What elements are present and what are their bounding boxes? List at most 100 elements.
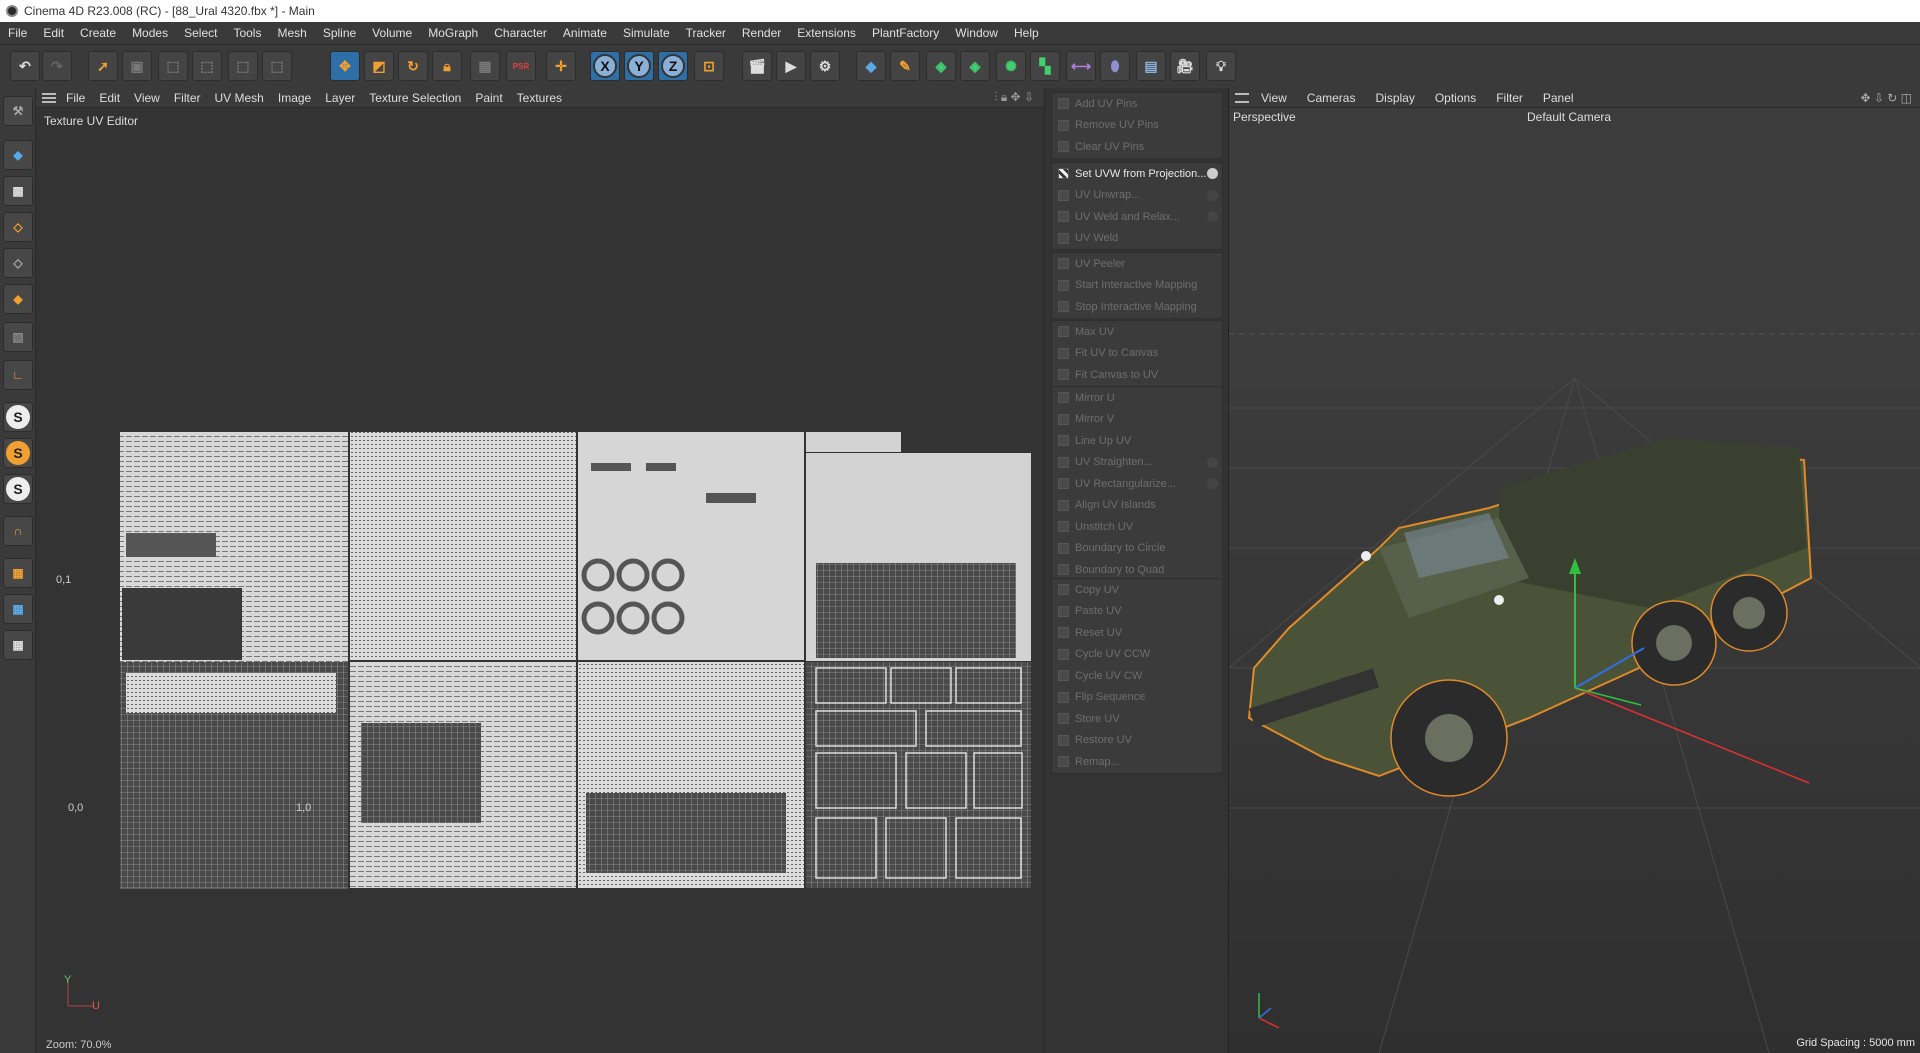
uv-polygons-icon[interactable]: ▦ xyxy=(3,594,33,624)
gear-icon[interactable] xyxy=(1207,478,1218,490)
panel-menu-icon[interactable] xyxy=(42,92,56,103)
model-mode-icon[interactable]: ◆ xyxy=(3,140,33,170)
live-select-icon[interactable]: ⬚ xyxy=(192,51,222,81)
cmd-fit-canvas-to-uv[interactable]: Fit Canvas to UV xyxy=(1052,364,1222,386)
mograph-icon[interactable]: ▚ xyxy=(1030,51,1060,81)
solo-hierarchy-icon[interactable]: S xyxy=(3,474,33,504)
menu-character[interactable]: Character xyxy=(494,26,547,40)
generator-icon[interactable]: ◈ xyxy=(960,51,990,81)
gear-icon[interactable] xyxy=(1207,456,1218,468)
lock-icon[interactable]: 🔒︎ xyxy=(432,51,462,81)
menu-volume[interactable]: Volume xyxy=(372,26,412,40)
menu-mograph[interactable]: MoGraph xyxy=(428,26,478,40)
subdivision-icon[interactable]: ◈ xyxy=(926,51,956,81)
cmd-set-uvw-from-projection[interactable]: Set UVW from Projection... xyxy=(1052,163,1222,185)
undo-icon[interactable]: ↶ xyxy=(10,51,40,81)
uv-menu-view[interactable]: View xyxy=(134,91,160,105)
cmd-uv-peeler[interactable]: UV Peeler xyxy=(1052,253,1222,275)
menu-plantfactory[interactable]: PlantFactory xyxy=(872,26,939,40)
uv-menu-edit[interactable]: Edit xyxy=(99,91,120,105)
cmd-paste-uv[interactable]: Paste UV xyxy=(1052,601,1222,623)
menu-tools[interactable]: Tools xyxy=(233,26,261,40)
vp-menu-filter[interactable]: Filter xyxy=(1496,91,1523,105)
vp-menu-panel[interactable]: Panel xyxy=(1543,91,1574,105)
uv-grid-icon[interactable]: ▦ xyxy=(3,558,33,588)
light-icon[interactable]: 💡︎ xyxy=(1206,51,1236,81)
select-tool-icon[interactable]: ➚ xyxy=(88,51,118,81)
menu-simulate[interactable]: Simulate xyxy=(623,26,670,40)
camera-icon[interactable]: 🎥︎ xyxy=(1170,51,1200,81)
3d-viewport[interactable]: Perspective Default Camera Grid Spacing … xyxy=(1229,108,1920,1053)
cmd-uv-weld[interactable]: UV Weld xyxy=(1052,228,1222,250)
gear-icon[interactable] xyxy=(1207,168,1218,180)
polygons-mode-icon[interactable]: ◆ xyxy=(3,284,33,314)
coordinate-system-icon[interactable]: ⊡ xyxy=(694,51,724,81)
snap-magnet-icon[interactable]: ∩ xyxy=(3,516,33,546)
y-axis-lock-button[interactable]: Y xyxy=(624,51,654,81)
menu-spline[interactable]: Spline xyxy=(323,26,356,40)
cmd-flip-sequence[interactable]: Flip Sequence xyxy=(1052,687,1222,709)
uv-menu-texture-selection[interactable]: Texture Selection xyxy=(369,91,461,105)
cmd-uv-unwrap[interactable]: UV Unwrap... xyxy=(1052,185,1222,207)
vp-menu-options[interactable]: Options xyxy=(1435,91,1476,105)
cmd-uv-weld-relax[interactable]: UV Weld and Relax... xyxy=(1052,206,1222,228)
menu-tracker[interactable]: Tracker xyxy=(686,26,726,40)
cmd-clear-uv-pins[interactable]: Clear UV Pins xyxy=(1052,136,1222,158)
solo-off-icon[interactable]: S xyxy=(3,402,33,432)
lasso-icon[interactable]: ⬚ xyxy=(228,51,258,81)
move-tool-icon[interactable]: ✥ xyxy=(330,51,360,81)
menu-render[interactable]: Render xyxy=(742,26,781,40)
viewport-menu-icon[interactable] xyxy=(1235,92,1249,103)
cloner-icon[interactable]: ✺ xyxy=(996,51,1026,81)
model-mode-icon[interactable]: ▣ xyxy=(122,51,152,81)
cmd-mirror-v[interactable]: Mirror V xyxy=(1052,409,1222,431)
render-picture-viewer-icon[interactable]: ▶ xyxy=(776,51,806,81)
vp-menu-view[interactable]: View xyxy=(1261,91,1287,105)
cmd-cycle-uv-cw[interactable]: Cycle UV CW xyxy=(1052,665,1222,687)
menu-select[interactable]: Select xyxy=(184,26,217,40)
uv-menu-textures[interactable]: Textures xyxy=(517,91,562,105)
cmd-line-up-uv[interactable]: Line Up UV xyxy=(1052,430,1222,452)
uv-mode-icon[interactable]: ▧ xyxy=(3,322,33,352)
field-icon[interactable]: ⬮ xyxy=(1100,51,1130,81)
redo-icon[interactable]: ↷ xyxy=(42,51,72,81)
menu-window[interactable]: Window xyxy=(955,26,998,40)
gear-icon[interactable] xyxy=(1207,211,1218,223)
cmd-cycle-uv-ccw[interactable]: Cycle UV CCW xyxy=(1052,644,1222,666)
uv-menu-image[interactable]: Image xyxy=(278,91,311,105)
cmd-add-uv-pins[interactable]: Add UV Pins xyxy=(1052,93,1222,115)
panel-nav-icons[interactable]: ⫶ 🔒︎ ✥ ⇩ xyxy=(995,90,1035,105)
cube-icon[interactable]: ◆ xyxy=(856,51,886,81)
cmd-align-uv-islands[interactable]: Align UV Islands xyxy=(1052,495,1222,517)
vp-menu-display[interactable]: Display xyxy=(1375,91,1414,105)
cmd-restore-uv[interactable]: Restore UV xyxy=(1052,730,1222,752)
viewport-nav-icons[interactable]: ✥ ⇩ ↻ ◫ xyxy=(1860,91,1912,105)
uv-menu-uv-mesh[interactable]: UV Mesh xyxy=(215,91,264,105)
cmd-fit-uv-to-canvas[interactable]: Fit UV to Canvas xyxy=(1052,343,1222,365)
rotate-tool-icon[interactable]: ↻ xyxy=(398,51,428,81)
vp-menu-cameras[interactable]: Cameras xyxy=(1307,91,1356,105)
deformer-icon[interactable]: ⟷ xyxy=(1066,51,1096,81)
floor-icon[interactable]: ▤ xyxy=(1136,51,1166,81)
gear-icon[interactable] xyxy=(1207,189,1218,201)
cmd-remap[interactable]: Remap... xyxy=(1052,751,1222,773)
cmd-store-uv[interactable]: Store UV xyxy=(1052,708,1222,730)
poly-select-icon[interactable]: ⬚ xyxy=(262,51,292,81)
cmd-remove-uv-pins[interactable]: Remove UV Pins xyxy=(1052,115,1222,137)
points-mode-icon[interactable]: ◇ xyxy=(3,212,33,242)
cmd-reset-uv[interactable]: Reset UV xyxy=(1052,622,1222,644)
menu-extensions[interactable]: Extensions xyxy=(797,26,856,40)
render-settings-icon[interactable]: ⚙ xyxy=(810,51,840,81)
x-axis-lock-button[interactable]: X xyxy=(590,51,620,81)
transform-icon[interactable]: ✛ xyxy=(546,51,576,81)
menu-create[interactable]: Create xyxy=(80,26,116,40)
cmd-uv-straighten[interactable]: UV Straighten... xyxy=(1052,452,1222,474)
snap-icon[interactable]: ▦ xyxy=(470,51,500,81)
uv-relax-icon[interactable]: ▦ xyxy=(3,630,33,660)
cmd-max-uv[interactable]: Max UV xyxy=(1052,321,1222,343)
texture-mode-icon[interactable]: ▩ xyxy=(3,176,33,206)
cmd-mirror-u[interactable]: Mirror U xyxy=(1052,387,1222,409)
uv-menu-file[interactable]: File xyxy=(66,91,85,105)
edges-mode-icon[interactable]: ◇ xyxy=(3,248,33,278)
menu-modes[interactable]: Modes xyxy=(132,26,168,40)
